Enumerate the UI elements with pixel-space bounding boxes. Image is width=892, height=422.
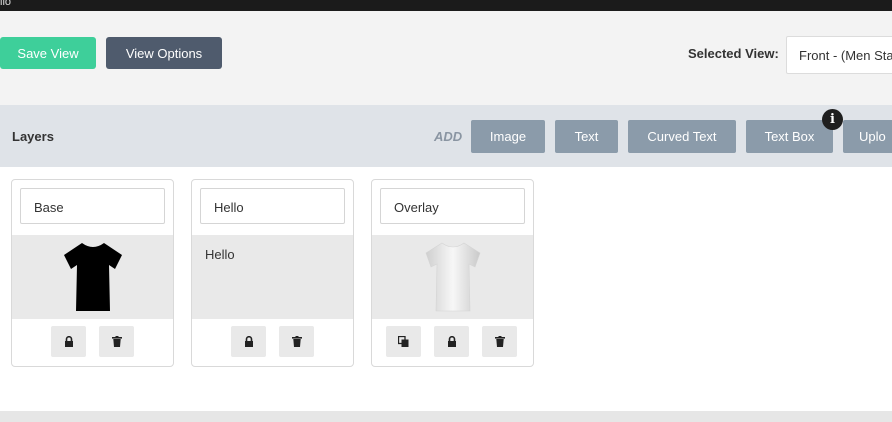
layer-preview[interactable] xyxy=(12,235,173,319)
layer-preview[interactable] xyxy=(372,235,533,319)
view-options-button[interactable]: View Options xyxy=(106,37,222,69)
duplicate-button[interactable] xyxy=(386,326,421,357)
trash-icon xyxy=(494,336,505,347)
top-bar: ilo xyxy=(0,0,892,11)
lock-icon xyxy=(244,336,253,347)
lock-button[interactable] xyxy=(231,326,266,357)
delete-button[interactable] xyxy=(99,326,134,357)
add-text-box-button[interactable]: Text Box xyxy=(746,120,833,153)
layer-card-base: Base xyxy=(11,179,174,367)
delete-button[interactable] xyxy=(279,326,314,357)
lock-button[interactable] xyxy=(434,326,469,357)
copy-icon xyxy=(398,336,409,347)
upload-button[interactable]: Uplo xyxy=(843,120,892,153)
add-text-button[interactable]: Text xyxy=(555,120,618,153)
black-tshirt-image xyxy=(63,243,122,311)
layers-header: Layers ADD Image Text Curved Text Text B… xyxy=(0,105,892,167)
layer-name-input[interactable]: Hello xyxy=(200,188,345,224)
add-curved-text-button[interactable]: Curved Text xyxy=(628,120,736,153)
layer-name-input[interactable]: Base xyxy=(20,188,165,224)
lock-button[interactable] xyxy=(51,326,86,357)
layer-card-overlay: Overlay xyxy=(371,179,534,367)
layers-list: Base Hello Hello Overlay xyxy=(0,167,892,411)
top-bar-text: ilo xyxy=(0,0,12,8)
add-image-button[interactable]: Image xyxy=(471,120,545,153)
layer-card-hello: Hello Hello xyxy=(191,179,354,367)
text-layer-preview: Hello xyxy=(205,247,235,262)
info-icon[interactable]: i xyxy=(822,109,843,130)
delete-button[interactable] xyxy=(482,326,517,357)
lock-icon xyxy=(64,336,73,347)
lock-icon xyxy=(447,336,456,347)
trash-icon xyxy=(291,336,302,347)
view-toolbar: Save View View Options Selected View: Fr… xyxy=(0,11,892,105)
selected-view-label: Selected View: xyxy=(688,46,779,61)
layers-title: Layers xyxy=(12,129,54,144)
white-tshirt-image xyxy=(425,242,480,312)
save-view-button[interactable]: Save View xyxy=(0,37,96,69)
layer-preview[interactable]: Hello xyxy=(192,235,353,319)
add-label: ADD xyxy=(434,129,463,144)
layer-name-input[interactable]: Overlay xyxy=(380,188,525,224)
selected-view-select[interactable]: Front - (Men Sta xyxy=(786,36,892,74)
footer-strip xyxy=(0,411,892,422)
trash-icon xyxy=(111,336,122,347)
